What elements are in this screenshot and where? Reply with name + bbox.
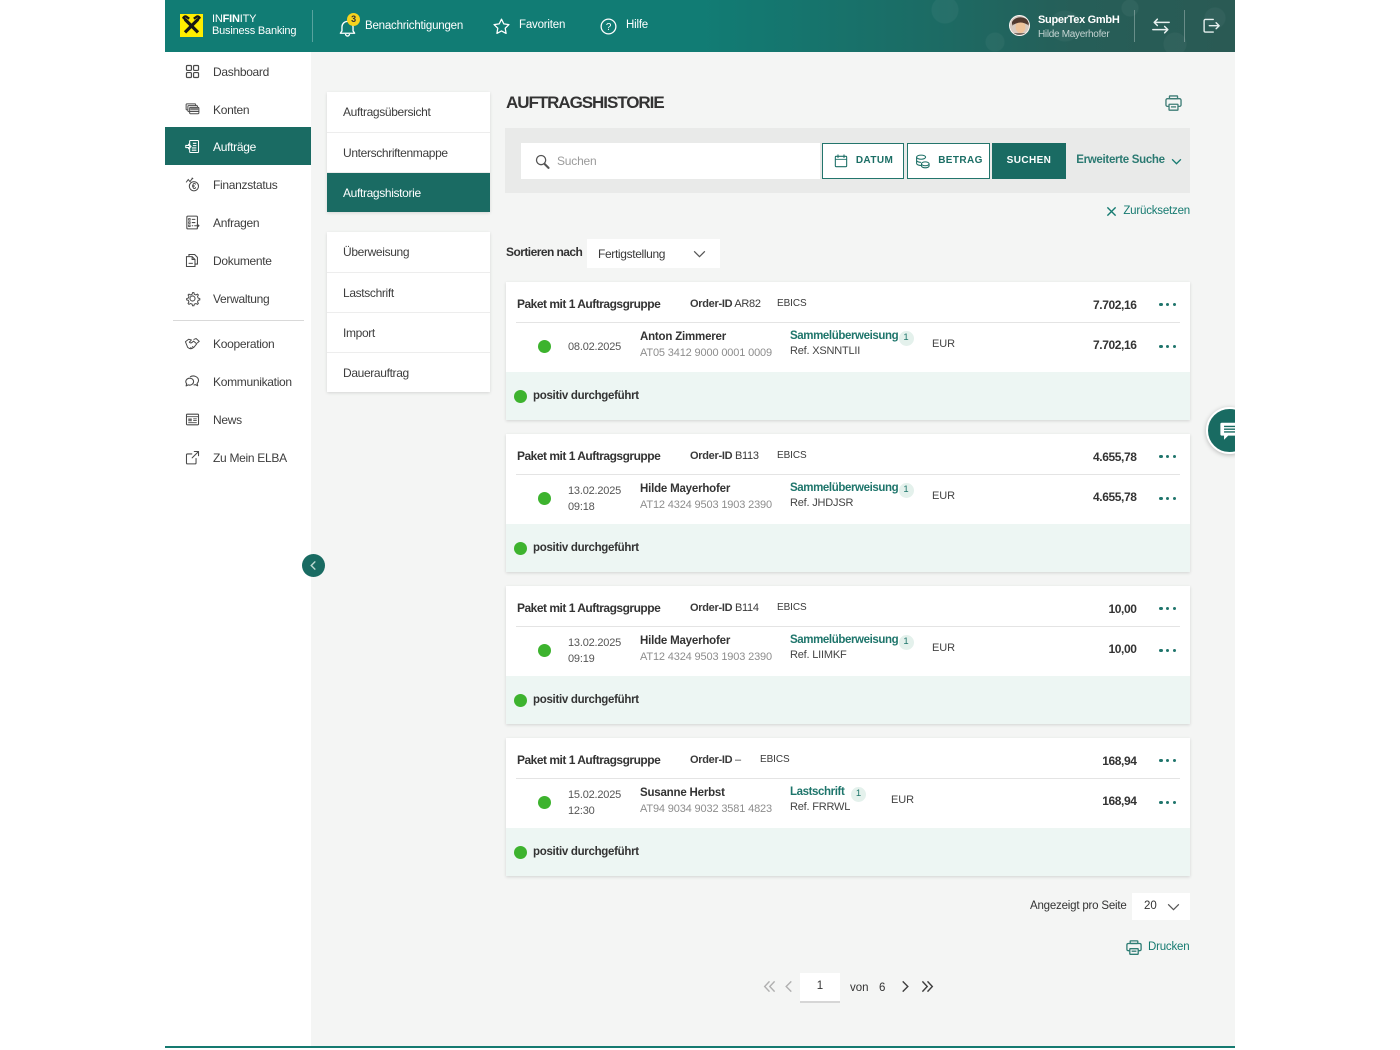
svg-text:?: ? <box>606 21 612 32</box>
